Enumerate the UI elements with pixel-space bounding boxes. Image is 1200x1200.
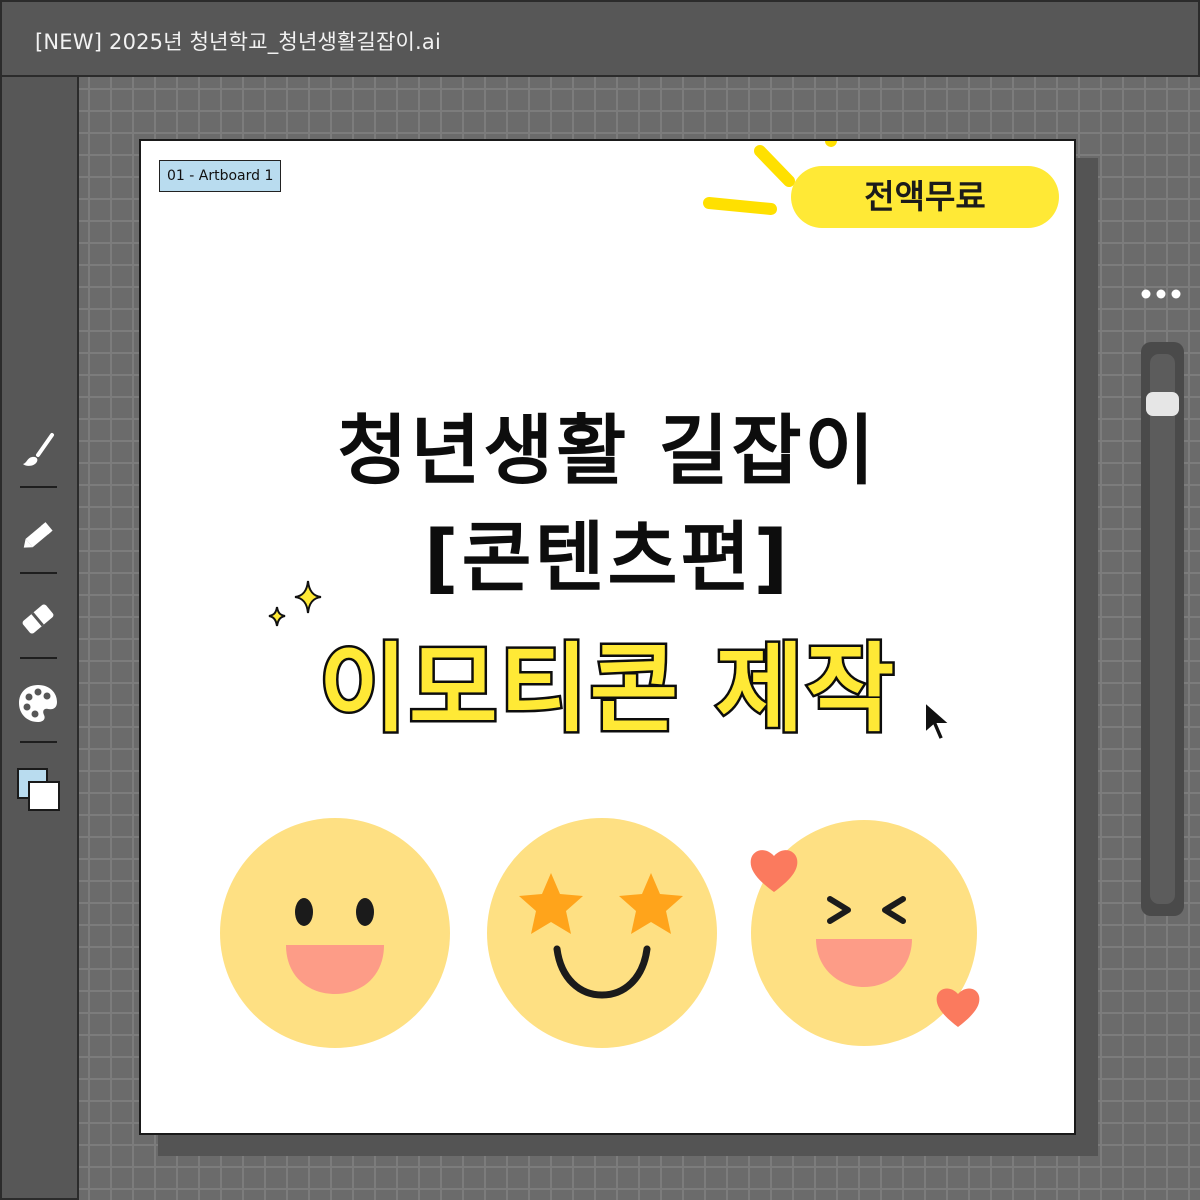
eraser-icon[interactable] — [16, 597, 60, 641]
toolbar-divider — [20, 486, 57, 488]
free-badge: 전액무료 — [791, 166, 1059, 228]
smiling-face-icon — [220, 818, 450, 1048]
tool-bar — [0, 77, 79, 1200]
scroll-track[interactable] — [1150, 354, 1175, 904]
fill-stroke-icon[interactable] — [16, 767, 60, 811]
star-eyes-face-icon — [487, 818, 717, 1048]
scroll-thumb[interactable] — [1146, 392, 1179, 416]
window-title-bar: [NEW] 2025년 청년학교_청년생활길잡이.ai — [0, 0, 1200, 77]
pencil-icon[interactable] — [16, 513, 60, 557]
laughing-face-with-hearts-icon — [750, 820, 980, 1046]
artboard-label: 01 - Artboard 1 — [159, 160, 282, 192]
main-title-line1: 청년생활 길잡이 — [337, 406, 878, 495]
document-title: [NEW] 2025년 청년학교_청년생활길잡이.ai — [35, 30, 442, 54]
mouse-cursor-icon — [924, 699, 953, 742]
toolbar-divider — [20, 572, 57, 574]
paintbrush-icon[interactable] — [16, 429, 60, 473]
toolbar-divider — [20, 657, 57, 659]
toolbar-divider — [20, 741, 57, 743]
vertical-scroll-panel — [1141, 342, 1184, 916]
artboard[interactable]: 01 - Artboard 1 전액무료 청년생활 길잡이 [콘텐츠편] 이모티… — [139, 139, 1076, 1135]
palette-icon[interactable] — [16, 681, 60, 725]
more-options-icon[interactable] — [1136, 282, 1186, 306]
